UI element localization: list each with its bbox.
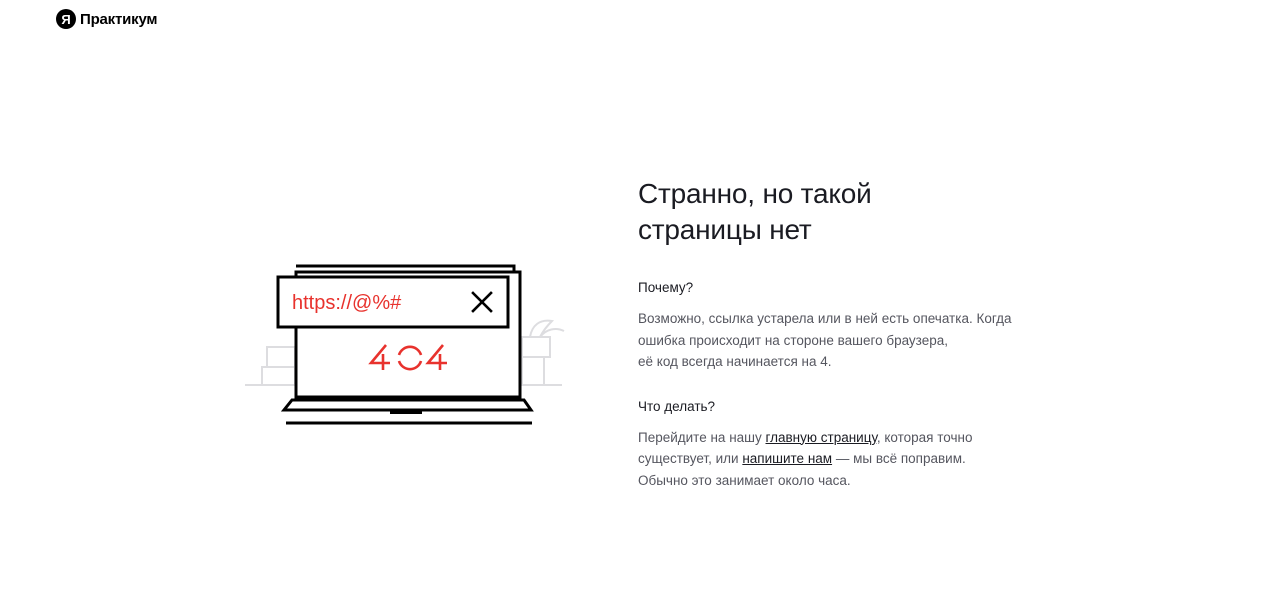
- why-line-2: ошибка происходит на стороне вашего брау…: [638, 332, 948, 348]
- todo-heading: Что делать?: [638, 398, 716, 414]
- url-text: https://@%#: [292, 292, 402, 314]
- yandex-logo-icon: Я: [56, 9, 76, 29]
- page-title: Странно, но такой страницы нет: [638, 176, 1058, 248]
- laptop-404-illustration: https://@%#: [245, 264, 565, 425]
- todo-line-3: Обычно это занимает около часа.: [638, 472, 851, 488]
- laptop-base: [280, 398, 534, 412]
- main-page-link[interactable]: главную страницу: [766, 430, 877, 445]
- laptop-notch: [390, 410, 422, 414]
- todo-line-1-suffix: , которая точно: [876, 429, 973, 445]
- todo-line-2-suffix: — мы всё поправим.: [832, 451, 966, 466]
- write-to-us-link[interactable]: напишите нам: [742, 451, 832, 466]
- logo-link[interactable]: Я Практикум: [56, 9, 158, 29]
- logo-text: Практикум: [80, 10, 158, 28]
- error-illustration: https://@%#: [240, 255, 570, 435]
- why-heading: Почему?: [638, 280, 694, 295]
- todo-line-2-prefix: существует, или: [638, 451, 743, 466]
- why-paragraph: Возможно, ссылка устарела или в ней есть…: [638, 308, 1058, 373]
- todo-line-1-prefix: Перейдите на нашу: [638, 429, 766, 445]
- error-content: Странно, но такой страницы нет Почему? В…: [638, 176, 1058, 491]
- title-line-2: страницы нет: [638, 214, 812, 245]
- why-line-3: её код всегда начинается на 4.: [638, 354, 832, 369]
- why-line-1: Возможно, ссылка устарела или в ней есть…: [638, 311, 1012, 326]
- title-line-1: Странно, но такой: [638, 178, 872, 209]
- todo-paragraph: Перейдите на нашу главную страницу, кото…: [638, 427, 1058, 492]
